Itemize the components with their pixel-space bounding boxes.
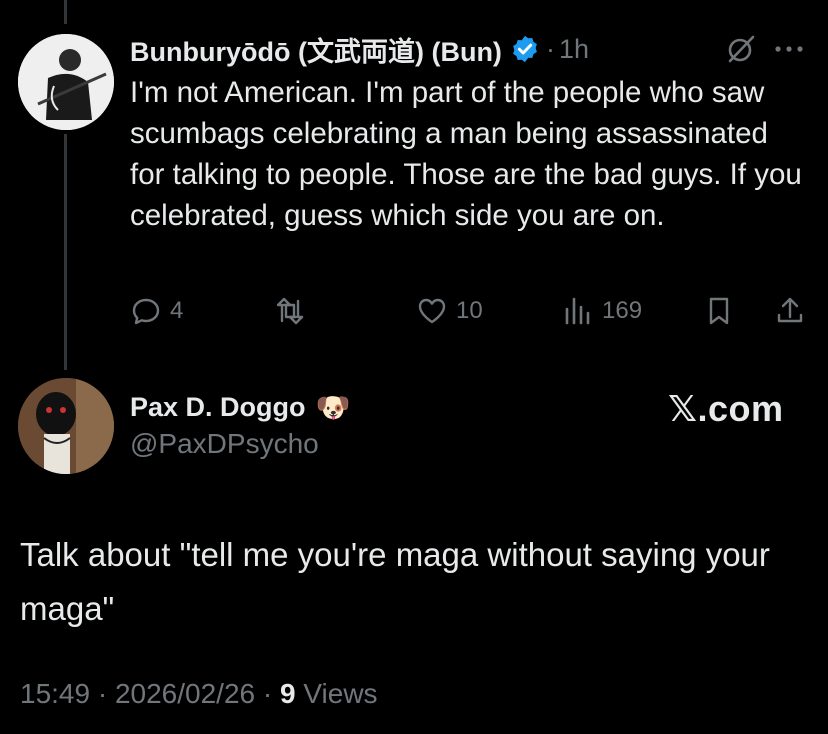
- timestamp[interactable]: 1h: [559, 34, 589, 65]
- reply-button[interactable]: 4: [130, 292, 183, 330]
- views-label: Views: [303, 678, 378, 709]
- timestamp[interactable]: 15:49: [20, 678, 90, 709]
- views-count: 169: [602, 297, 643, 324]
- tweet-header: Bunburyōdō (文武両道) (Bun) · 1h: [130, 30, 589, 68]
- bookmark-button[interactable]: [703, 292, 735, 330]
- reply-header: Pax D. Doggo 🐶: [130, 388, 350, 426]
- share-button[interactable]: [774, 292, 806, 330]
- grok-icon[interactable]: [726, 34, 756, 64]
- retweet-button[interactable]: [274, 292, 306, 330]
- like-count: 10: [456, 297, 483, 324]
- reply-icon: [132, 298, 160, 325]
- separator: ·: [545, 33, 555, 64]
- views-button[interactable]: 169: [562, 292, 642, 330]
- date[interactable]: 2026/02/26: [115, 678, 255, 709]
- views-icon: [565, 297, 590, 325]
- avatar[interactable]: [18, 34, 114, 130]
- thread-line-top: [64, 0, 67, 24]
- thread-line: [64, 134, 67, 370]
- separator: ·: [262, 678, 273, 709]
- bookmark-icon: [709, 297, 729, 325]
- retweet-icon: [276, 297, 304, 325]
- more-icon[interactable]: [774, 46, 804, 52]
- like-button[interactable]: 10: [416, 292, 483, 330]
- verified-badge-icon: [513, 35, 537, 63]
- author-name[interactable]: Pax D. Doggo: [130, 392, 306, 423]
- tweet-text: I'm not American. I'm part of the people…: [130, 76, 802, 232]
- x-logo: 𝕏.com: [668, 388, 784, 429]
- dog-emoji: 🐶: [315, 391, 351, 423]
- views-count: 9: [280, 678, 296, 709]
- tweet-meta: 15:49 · 2026/02/26 · 9 Views: [20, 678, 378, 710]
- like-icon: [418, 298, 446, 324]
- separator: ·: [97, 678, 108, 709]
- reply-text: Talk about "tell me you're maga without …: [20, 536, 770, 627]
- reply-count: 4: [170, 297, 184, 324]
- avatar[interactable]: [18, 378, 114, 474]
- share-icon: [777, 297, 803, 323]
- author-handle[interactable]: @PaxDPsycho: [130, 428, 319, 460]
- author-name[interactable]: Bunburyōdō (文武両道) (Bun): [130, 30, 502, 69]
